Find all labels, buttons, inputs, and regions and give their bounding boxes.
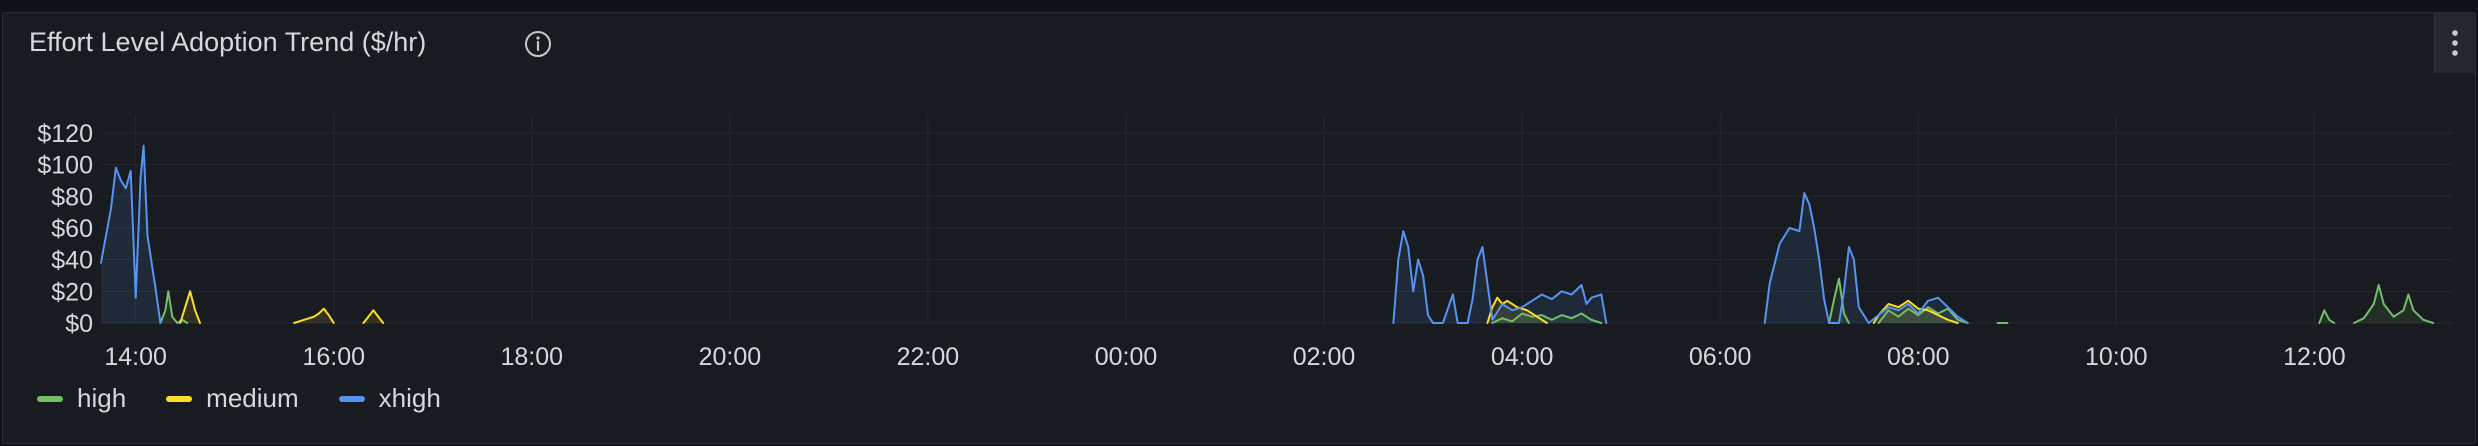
series-area-medium <box>180 291 200 323</box>
y-tick-label: $60 <box>51 215 93 243</box>
x-tick-label: 08:00 <box>1887 343 1950 371</box>
legend-label: medium <box>206 383 299 413</box>
legend-swatch <box>37 395 63 402</box>
legend-swatch <box>338 395 365 402</box>
x-axis-ticks: 14:00 16:00 18:00 20:00 22:00 00:00 02:00 04:00… <box>104 343 2345 371</box>
y-tick-label: $120 <box>37 120 93 148</box>
y-tick-label: $100 <box>37 152 93 180</box>
series-area-medium <box>363 310 384 323</box>
y-tick-label: $20 <box>51 278 93 306</box>
legend-label: high <box>77 383 127 413</box>
legend-item-xhigh[interactable]: xhigh <box>338 383 441 414</box>
legend-item-high[interactable]: high <box>37 383 126 414</box>
x-tick-label: 18:00 <box>501 343 564 371</box>
x-tick-label: 02:00 <box>1293 343 1356 371</box>
grid-lines <box>101 115 2453 324</box>
x-tick-label: 06:00 <box>1689 343 1752 371</box>
series-lines <box>100 144 2435 324</box>
y-tick-label: $80 <box>51 183 93 211</box>
x-tick-label: 12:00 <box>2283 343 2346 371</box>
chart-plot[interactable]: $0 $20 $40 $60 $80 $100 $120 14:00 16:00 18:00 20… <box>3 13 2475 373</box>
x-tick-label: 20:00 <box>699 343 762 371</box>
x-tick-label: 22:00 <box>897 343 960 371</box>
legend: high medium xhigh <box>37 383 441 414</box>
series-areas <box>101 145 2434 323</box>
x-tick-label: 00:00 <box>1095 343 1158 371</box>
x-tick-label: 14:00 <box>104 343 167 371</box>
y-axis-ticks: $0 $20 $40 $60 $80 $100 $120 <box>37 120 93 338</box>
x-tick-label: 10:00 <box>2085 343 2148 371</box>
chart-panel: Effort Level Adoption Trend ($/hr) $0 $20… <box>2 12 2476 444</box>
legend-item-medium[interactable]: medium <box>166 383 299 414</box>
x-tick-label: 16:00 <box>302 343 365 371</box>
y-tick-label: $0 <box>65 310 93 338</box>
legend-swatch <box>166 395 193 402</box>
y-tick-label: $40 <box>51 247 93 275</box>
x-tick-label: 04:00 <box>1491 343 1554 371</box>
legend-label: xhigh <box>378 383 441 413</box>
series-area-xhigh <box>1764 193 1968 323</box>
